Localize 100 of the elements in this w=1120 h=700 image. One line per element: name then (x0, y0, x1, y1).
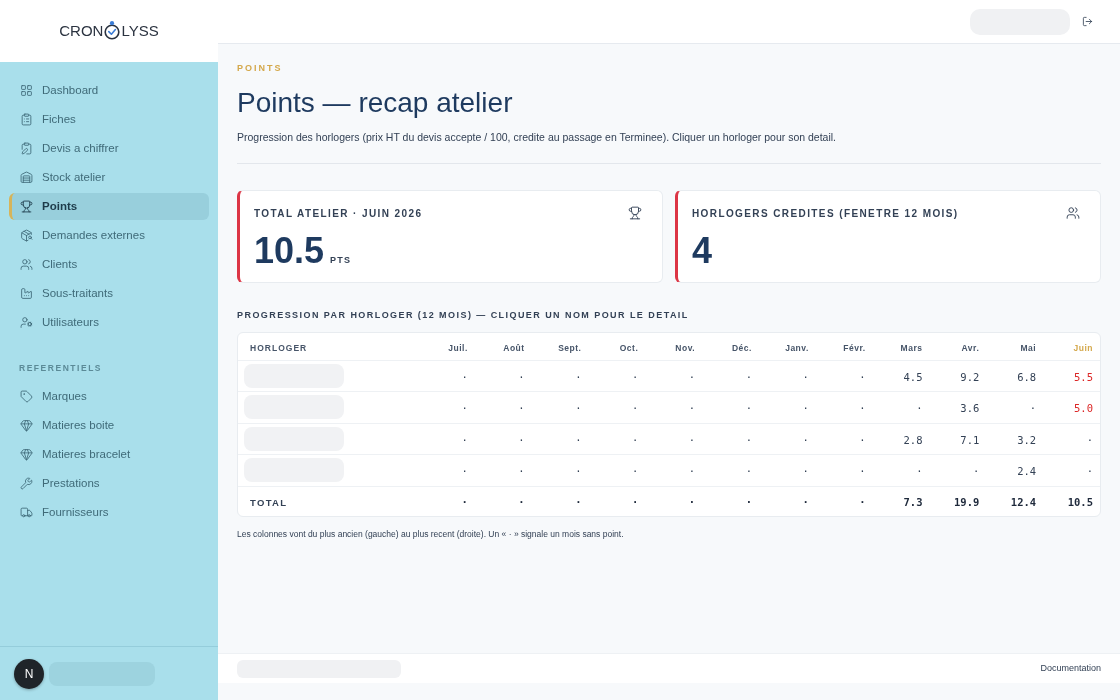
column-header: Janv. (785, 343, 809, 354)
table-cell: · (632, 496, 639, 509)
table-cell: 7.1 (960, 433, 980, 446)
column-header: Oct. (619, 343, 639, 354)
table-cell: · (859, 402, 866, 415)
table-cell: · (575, 402, 582, 415)
sidebar-item[interactable]: Fiches (9, 106, 209, 133)
tag-icon (20, 389, 33, 403)
table-cell: · (802, 402, 809, 415)
sidebar-item[interactable]: Demandes externes (9, 222, 209, 249)
gem-icon (20, 447, 33, 461)
section-title: PROGRESSION PAR HORLOGER (12 MOIS) — CLIQUER UN NOM POUR LE DETAIL (237, 309, 689, 321)
users-icon (1066, 206, 1080, 220)
table-cell: · (518, 370, 525, 383)
table-cell: 4.5 (903, 370, 923, 383)
gem-icon (20, 418, 33, 432)
table-cell: · (745, 370, 752, 383)
table-cell: · (1029, 402, 1037, 415)
table-cell: 5.5 (1074, 370, 1093, 383)
logout-icon[interactable] (1082, 16, 1093, 27)
column-header: Avr. (961, 343, 980, 354)
table-cell: · (745, 402, 752, 415)
truck-icon (20, 505, 33, 519)
table-cell: · (575, 496, 582, 509)
users-icon (20, 258, 33, 271)
table-cell: 19.9 (954, 496, 980, 509)
table-cell: · (688, 496, 696, 509)
sidebar-item[interactable]: Prestations (9, 469, 209, 497)
clock-logo-icon (104, 21, 121, 40)
warehouse-icon (20, 171, 33, 184)
table-cell: · (916, 402, 923, 415)
table-cell: · (802, 370, 809, 383)
table-cell: · (745, 433, 752, 446)
stat-label: TOTAL ATELIER · JUIN 2026 (254, 206, 423, 220)
sidebar-item[interactable]: Points (9, 193, 209, 220)
column-header: Juin (1073, 343, 1093, 354)
column-header: Févr. (843, 343, 866, 354)
table-cell: · (1086, 433, 1093, 446)
logo-text: CRON (59, 20, 104, 41)
table-cell: · (1086, 465, 1093, 478)
table-cell: · (461, 465, 468, 478)
table-cell: 12.4 (1010, 496, 1037, 509)
table-cell: · (518, 496, 525, 509)
column-header: Déc. (731, 343, 752, 354)
column-header: Sept. (558, 343, 582, 354)
sidebar-item[interactable]: Fournisseurs (9, 498, 209, 526)
table-cell: · (632, 433, 639, 446)
logo-text: LYSS (121, 20, 159, 41)
table-cell: · (575, 465, 582, 478)
table-cell: · (461, 496, 468, 509)
table-cell: 3.6 (960, 402, 980, 415)
clipboard-icon (20, 113, 33, 126)
sidebar-item[interactable]: Stock atelier (9, 164, 209, 191)
sidebar-item[interactable]: Sous-traitants (9, 280, 209, 307)
stat-value: 4 (692, 233, 713, 269)
table-cell: 2.8 (903, 433, 923, 446)
section-heading: REFERENTIELS (19, 362, 103, 375)
table-cell: 6.8 (1017, 370, 1037, 383)
row-label: TOTAL (250, 497, 288, 509)
table-cell: · (745, 465, 752, 478)
table-cell: · (859, 433, 866, 446)
table-cell: · (575, 433, 582, 446)
table-cell: · (518, 402, 525, 415)
stat-unit: PTS (330, 255, 352, 266)
documentation-link[interactable]: Documentation (1040, 661, 1101, 676)
sidebar-item[interactable]: Matieres bracelet (9, 440, 209, 468)
package-search-icon (20, 229, 33, 242)
factory-icon (20, 287, 33, 300)
table-cell: 10.5 (1067, 496, 1093, 509)
sidebar-item[interactable]: Matieres boite (9, 411, 209, 439)
avatar[interactable]: N (14, 658, 44, 689)
grid-icon (20, 84, 33, 97)
table-cell: · (859, 496, 866, 509)
table-cell: · (688, 402, 696, 415)
table-cell: · (972, 465, 980, 478)
table-cell: · (461, 370, 468, 383)
table-cell: · (802, 433, 809, 446)
table-cell: · (518, 433, 525, 446)
table-cell: · (518, 465, 525, 478)
sidebar-item[interactable]: Devis a chiffrer (9, 135, 209, 162)
table-cell: 9.2 (960, 370, 980, 383)
sidebar-item[interactable]: Utilisateurs (9, 309, 209, 336)
column-header: Mai (1020, 343, 1037, 354)
sidebar-item[interactable]: Clients (9, 251, 209, 278)
column-header: Mars (900, 343, 923, 354)
wrench-icon (20, 476, 33, 490)
sidebar-item[interactable]: Dashboard (9, 77, 209, 104)
table-cell: 3.2 (1017, 433, 1037, 446)
table-cell: 5.0 (1074, 402, 1093, 415)
table-cell: · (461, 433, 468, 446)
column-header: Août (503, 343, 525, 354)
table-cell: 7.3 (903, 496, 923, 509)
table-cell: · (802, 496, 809, 509)
table-cell: · (745, 496, 752, 509)
table-cell: · (859, 370, 866, 383)
sidebar-item[interactable]: Marques (9, 382, 209, 410)
page-title: Points — recap atelier (237, 87, 513, 119)
table-cell: · (916, 465, 923, 478)
table-cell: · (688, 465, 696, 478)
table-note: Les colonnes vont du plus ancien (gauche) au plus recent (droite). Un « · » signale un mois sans point. (237, 528, 624, 540)
